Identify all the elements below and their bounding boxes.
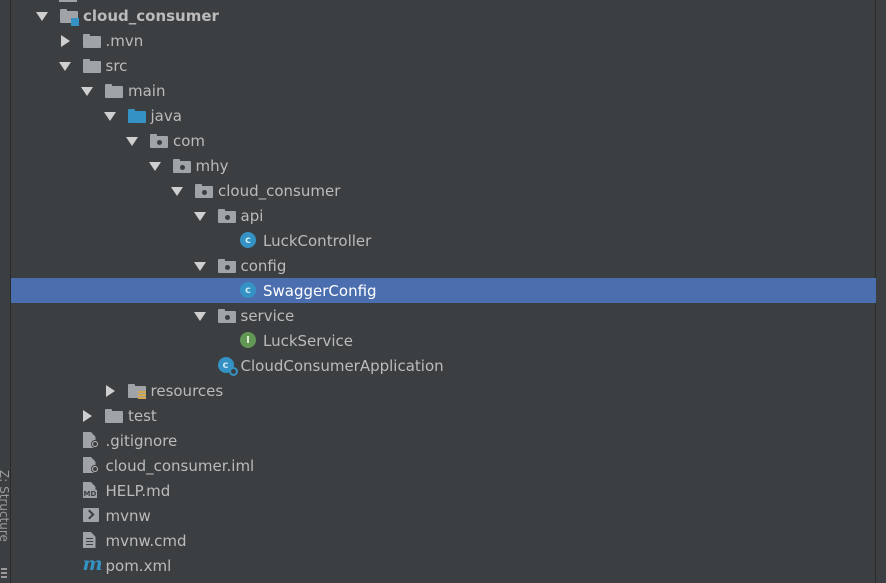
package-icon	[217, 309, 236, 323]
package-icon	[217, 259, 236, 273]
tree-item-config[interactable]: config	[11, 253, 876, 278]
tree-item-label: service	[240, 307, 295, 325]
package-icon	[172, 159, 191, 173]
tree-item-java[interactable]: java	[11, 103, 876, 128]
tree-item-label: cloud_consumer	[83, 7, 219, 25]
tree-item-label: com	[173, 132, 206, 150]
tree-item-label: mvnw	[105, 507, 151, 525]
expand-arrow-down-icon[interactable]	[58, 62, 71, 71]
tree-item-label: pom.xml	[105, 557, 172, 575]
tree-item-label: mvnw.cmd	[105, 532, 187, 550]
expand-arrow-down-icon[interactable]	[193, 312, 206, 321]
tree-item-cloud-consumer-iml[interactable]: cloud_consumer.iml	[11, 453, 876, 478]
expand-arrow-down-icon[interactable]	[103, 112, 116, 121]
text-file-icon	[82, 532, 101, 548]
folder-icon	[82, 34, 101, 48]
expand-arrow-right-icon[interactable]	[83, 410, 92, 422]
ignore-file-icon	[82, 432, 101, 448]
tree-item-mvn[interactable]: .mvn	[11, 28, 876, 53]
tree-item-label: config	[240, 257, 287, 275]
tree-item-label: .mvn	[105, 32, 144, 50]
class-icon: c	[240, 232, 256, 248]
markdown-file-icon: MD	[82, 482, 101, 498]
tree-item-label: mhy	[195, 157, 229, 175]
folder-icon	[105, 84, 123, 98]
tree-item-cloud-consumer[interactable]: cloud_consumer	[11, 3, 876, 28]
tree-item-api[interactable]: api	[11, 203, 876, 228]
tree-item-label: java	[150, 107, 182, 125]
tree-item-mvnw-cmd[interactable]: mvnw.cmd	[11, 528, 876, 553]
tree-item-gitignore[interactable]: .gitignore	[11, 428, 876, 453]
project-tool-window: Z: Structure cloud_consumer .mvn src main ja…	[0, 0, 886, 583]
folder-icon	[82, 59, 101, 73]
tree-item-label: .gitignore	[105, 432, 178, 450]
tree-item-label: cloud_consumer.iml	[105, 457, 255, 475]
expand-arrow-down-icon[interactable]	[81, 87, 93, 96]
tree-item-mvnw[interactable]: mvnw	[11, 503, 876, 528]
package-icon	[195, 184, 213, 198]
spring-boot-class-icon: c	[217, 357, 238, 376]
tree-item-label: cloud_consumer	[218, 182, 341, 200]
module-folder-icon	[60, 9, 79, 26]
tree-item-label: HELP.md	[105, 482, 171, 500]
maven-pom-icon: m	[82, 553, 103, 575]
tree-item-pom-xml[interactable]: m pom.xml	[11, 553, 876, 578]
tree-item-luckservice[interactable]: I LuckService	[11, 328, 876, 353]
tree-item-luckcontroller[interactable]: c LuckController	[11, 228, 876, 253]
expand-arrow-down-icon[interactable]	[171, 187, 183, 196]
expand-arrow-down-icon[interactable]	[148, 162, 161, 171]
interface-icon: I	[240, 332, 256, 348]
tree-item-cloudconsumerapplication[interactable]: c CloudConsumerApplication	[11, 353, 876, 378]
tree-item-src[interactable]: src	[11, 53, 876, 78]
expand-arrow-down-icon[interactable]	[126, 137, 138, 146]
partial-item-icon	[59, 0, 77, 2]
tree-item-label: test	[128, 407, 157, 425]
project-tree: cloud_consumer .mvn src main java com mhy cloud…	[11, 3, 876, 578]
tree-item-mhy[interactable]: mhy	[11, 153, 876, 178]
tree-item-label: CloudConsumerApplication	[240, 357, 444, 375]
folder-icon	[105, 409, 123, 423]
expand-arrow-right-icon[interactable]	[60, 35, 70, 47]
tree-item-label: resources	[150, 382, 224, 400]
expand-arrow-down-icon[interactable]	[36, 12, 48, 21]
tree-item-label: LuckController	[263, 232, 372, 250]
tree-item-service[interactable]: service	[11, 303, 876, 328]
tree-item-test[interactable]: test	[11, 403, 876, 428]
expand-arrow-right-icon[interactable]	[105, 385, 115, 397]
structure-icon	[1, 568, 7, 578]
class-icon: c	[240, 282, 256, 298]
expand-arrow-down-icon[interactable]	[193, 262, 206, 271]
tree-item-cloud-consumer[interactable]: cloud_consumer	[11, 178, 876, 203]
tree-item-swaggerconfig[interactable]: c SwaggerConfig	[11, 278, 876, 303]
tree-item-main[interactable]: main	[11, 78, 876, 103]
tree-item-com[interactable]: com	[11, 128, 876, 153]
source-folder-icon	[127, 109, 146, 123]
tree-item-resources[interactable]: resources	[11, 378, 876, 403]
tree-item-label: src	[105, 57, 128, 75]
package-icon	[150, 134, 168, 148]
tree-item-label: main	[128, 82, 166, 100]
tree-item-help-md[interactable]: MD HELP.md	[11, 478, 876, 503]
tree-item-label: api	[240, 207, 264, 225]
package-icon	[217, 209, 236, 223]
resources-folder-icon	[127, 384, 146, 399]
tree-item-label: LuckService	[263, 332, 353, 350]
iml-file-icon	[82, 457, 101, 473]
tree-item-label: SwaggerConfig	[263, 282, 377, 300]
expand-arrow-down-icon[interactable]	[193, 212, 206, 221]
shell-script-icon	[82, 508, 99, 522]
